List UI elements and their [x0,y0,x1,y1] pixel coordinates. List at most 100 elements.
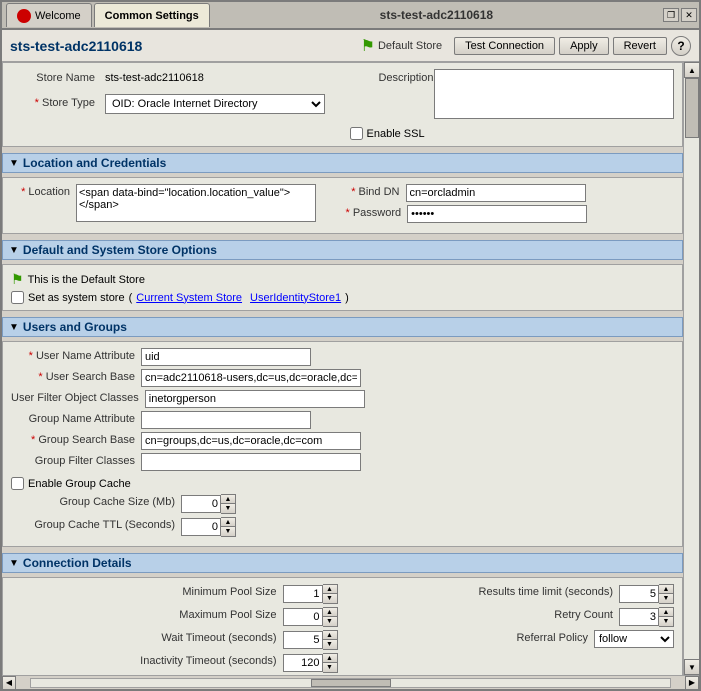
group-cache-size-up[interactable]: ▲ [221,495,235,504]
is-default-row: ⚑ This is the Default Store [11,271,674,288]
default-store-indicator: ⚑ Default Store [361,36,443,56]
main-window: Welcome Common Settings sts-test-adc2110… [0,0,701,691]
default-store-section-header[interactable]: ▼ Default and System Store Options [2,240,683,260]
main-content-row: Store Name sts-test-adc2110618 Descripti… [2,62,699,675]
scroll-thumb[interactable] [685,78,699,138]
group-name-attr-row: Group Name Attribute [11,411,674,429]
restore-button[interactable]: ❐ [663,8,679,22]
results-time-limit-spinner: ▲ ▼ [619,584,674,604]
inactivity-timeout-spinner: ▲ ▼ [283,653,338,673]
scroll-up-btn[interactable]: ▲ [684,62,699,78]
scroll-down-btn[interactable]: ▼ [684,659,699,675]
inactivity-timeout-row: Inactivity Timeout (seconds) ▲ ▼ [11,653,338,673]
retry-count-up[interactable]: ▲ [659,608,673,617]
max-pool-row: Maximum Pool Size ▲ ▼ [11,607,338,627]
max-pool-up[interactable]: ▲ [323,608,337,617]
results-time-limit-up[interactable]: ▲ [659,585,673,594]
h-scroll-thumb[interactable] [311,679,391,687]
location-section-header[interactable]: ▼ Location and Credentials [2,153,683,173]
collapse-icon-2: ▼ [9,245,19,256]
store-name-value: sts-test-adc2110618 [105,69,346,84]
connection-section-header[interactable]: ▼ Connection Details [2,553,683,573]
current-system-store-link[interactable]: Current System Store [136,292,242,304]
referral-policy-select[interactable]: follow ignore throw [594,630,674,648]
group-cache-ttl-up[interactable]: ▲ [221,518,235,527]
wait-timeout-spinner: ▲ ▼ [283,630,338,650]
store-info-section: Store Name sts-test-adc2110618 Descripti… [2,62,683,147]
enable-group-cache-row: Enable Group Cache [11,477,674,490]
location-section-title: Location and Credentials [23,156,166,170]
revert-button[interactable]: Revert [613,37,667,55]
max-pool-down[interactable]: ▼ [323,617,337,626]
close-button[interactable]: ✕ [681,8,697,22]
group-cache-ttl-input[interactable] [181,518,221,536]
group-cache-size-down[interactable]: ▼ [221,504,235,513]
collapse-icon-3: ▼ [9,322,19,333]
inactivity-timeout-spinner-btns: ▲ ▼ [323,653,338,673]
group-name-attr-input[interactable] [141,411,311,429]
group-cache-size-spinner: ▲ ▼ [181,494,236,514]
min-pool-input[interactable] [283,585,323,603]
password-row: Password [346,205,675,223]
user-filter-input[interactable] [145,390,365,408]
enable-group-cache-checkbox[interactable] [11,477,24,490]
tab-common-settings[interactable]: Common Settings [94,3,210,27]
connection-grid: Minimum Pool Size ▲ ▼ Maximum [11,584,674,675]
set-as-system-label: Set as system store [28,292,125,304]
test-connection-button[interactable]: Test Connection [454,37,555,55]
store-type-label: Store Type [11,94,101,109]
min-pool-spinner: ▲ ▼ [283,584,338,604]
retry-count-down[interactable]: ▼ [659,617,673,626]
scroll-right-btn[interactable]: ▶ [685,676,699,690]
group-cache-ttl-label: Group Cache TTL (Seconds) [11,517,181,531]
group-cache-ttl-spinner-btns: ▲ ▼ [221,517,236,537]
group-search-base-row: Group Search Base [11,432,674,450]
password-input[interactable] [407,205,587,223]
group-cache-size-spinner-btns: ▲ ▼ [221,494,236,514]
group-filter-input[interactable] [141,453,361,471]
retry-count-input[interactable] [619,608,659,626]
apply-button[interactable]: Apply [559,37,609,55]
inactivity-timeout-up[interactable]: ▲ [323,654,337,663]
location-input[interactable]: <span data-bind="location.location_value… [76,184,316,222]
group-cache-size-input[interactable] [181,495,221,513]
page-title: sts-test-adc2110618 [10,38,142,54]
retry-count-label: Retry Count [519,607,619,621]
tab-welcome[interactable]: Welcome [6,3,92,27]
scroll-left-btn[interactable]: ◀ [2,676,16,690]
user-name-attr-label: User Name Attribute [11,348,141,362]
group-cache-ttl-down[interactable]: ▼ [221,527,235,536]
group-search-base-input[interactable] [141,432,361,450]
wait-timeout-down[interactable]: ▼ [323,640,337,649]
inactivity-timeout-input[interactable] [283,654,323,672]
enable-ssl-label: Enable SSL [367,128,425,140]
min-pool-spinner-btns: ▲ ▼ [323,584,338,604]
wait-timeout-input[interactable] [283,631,323,649]
tab-welcome-icon [17,9,31,23]
store-type-select[interactable]: OID: Oracle Internet Directory [105,94,325,114]
set-as-system-checkbox[interactable] [11,291,24,304]
users-groups-section-title: Users and Groups [23,320,127,334]
horizontal-scrollbar: ◀ ▶ [2,675,699,689]
group-cache-size-row: Group Cache Size (Mb) ▲ ▼ [11,494,674,514]
description-input[interactable] [434,69,674,119]
min-pool-down[interactable]: ▼ [323,594,337,603]
group-filter-label: Group Filter Classes [11,453,141,467]
bind-dn-input[interactable] [406,184,586,202]
user-search-base-input[interactable] [141,369,361,387]
scroll-track [684,78,699,659]
window-title: sts-test-adc2110618 [212,8,661,22]
h-scroll-track [30,678,671,688]
user-name-attr-input[interactable] [141,348,311,366]
store-name-label: Store Name [11,69,101,84]
help-button[interactable]: ? [671,36,691,56]
wait-timeout-up[interactable]: ▲ [323,631,337,640]
results-time-limit-input[interactable] [619,585,659,603]
users-groups-section-header[interactable]: ▼ Users and Groups [2,317,683,337]
min-pool-up[interactable]: ▲ [323,585,337,594]
enable-ssl-checkbox[interactable] [350,127,363,140]
results-time-limit-down[interactable]: ▼ [659,594,673,603]
inactivity-timeout-down[interactable]: ▼ [323,663,337,672]
user-identity-store-link[interactable]: UserIdentityStore1 [250,292,341,304]
max-pool-input[interactable] [283,608,323,626]
